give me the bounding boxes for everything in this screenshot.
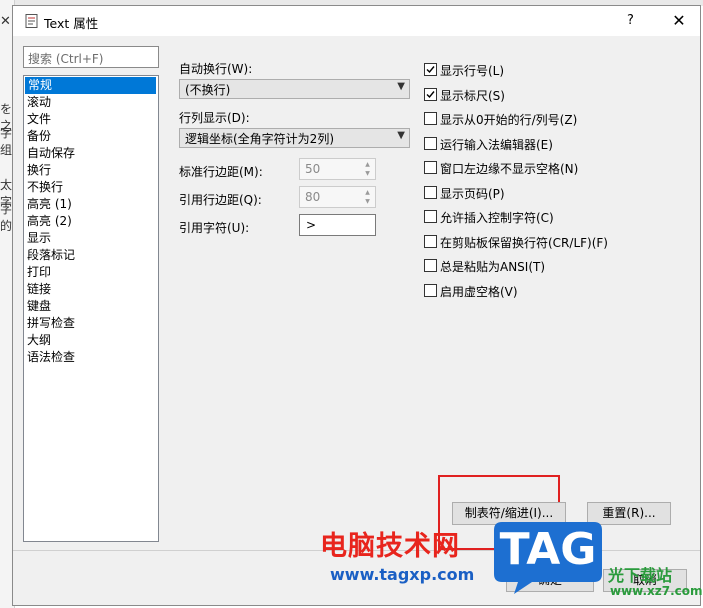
category-item[interactable]: 语法检查 bbox=[24, 349, 158, 366]
properties-dialog: Text 属性 ? ✕ 搜索 (Ctrl+F) 常规 滚动 文件 备份 自动保存 换行 不换… bbox=[12, 5, 701, 606]
checkbox-unchecked-icon[interactable] bbox=[424, 161, 437, 174]
category-item[interactable]: 常规 bbox=[25, 77, 156, 94]
category-item[interactable]: 文件 bbox=[24, 111, 158, 128]
option-label: 总是粘贴为ANSI(T) bbox=[440, 260, 546, 274]
option-label: 显示页码(P) bbox=[440, 186, 505, 201]
spin-down-icon[interactable]: ▼ bbox=[361, 169, 374, 178]
search-input[interactable]: 搜索 (Ctrl+F) bbox=[23, 46, 159, 68]
ok-button[interactable]: 确定 bbox=[506, 569, 594, 592]
divider bbox=[13, 550, 700, 551]
wrap-select[interactable]: (不换行) ▼ bbox=[179, 79, 410, 99]
spin-up-icon[interactable]: ▲ bbox=[361, 160, 374, 169]
spin-up-icon[interactable]: ▲ bbox=[361, 188, 374, 197]
spin-down-icon[interactable]: ▼ bbox=[361, 197, 374, 206]
dialog-title: Text 属性 bbox=[44, 16, 99, 31]
category-item[interactable]: 显示 bbox=[24, 230, 158, 247]
option-label: 在剪贴板保留换行符(CR/LF)(F) bbox=[440, 235, 608, 250]
tabs-indent-button[interactable]: 制表符/缩进(I)... bbox=[452, 502, 566, 525]
category-item[interactable]: 滚动 bbox=[24, 94, 158, 111]
chevron-down-icon: ▼ bbox=[397, 81, 405, 92]
option-label: 启用虚空格(V) bbox=[440, 284, 518, 299]
title-bar: Text 属性 ? ✕ bbox=[13, 6, 700, 36]
category-item[interactable]: 链接 bbox=[24, 281, 158, 298]
checkbox-checked-icon[interactable] bbox=[424, 63, 437, 76]
checkbox-checked-icon[interactable] bbox=[424, 87, 437, 101]
cancel-button[interactable]: 取消 bbox=[603, 569, 687, 592]
quote-margin-value: 80 bbox=[305, 190, 321, 204]
close-button[interactable]: ✕ bbox=[664, 8, 694, 34]
checkbox-unchecked-icon[interactable] bbox=[424, 136, 437, 150]
option-label: 显示标尺(S) bbox=[440, 88, 505, 103]
standard-margin-value: 50 bbox=[305, 162, 321, 176]
wrap-select-value: (不换行) bbox=[185, 83, 231, 97]
column-display-label: 行列显示(D): bbox=[179, 111, 250, 125]
checkbox-unchecked-icon[interactable] bbox=[424, 185, 437, 199]
option-label: 允许插入控制字符(C) bbox=[440, 211, 554, 225]
option-label: 显示行号(L) bbox=[440, 64, 505, 78]
category-list[interactable]: 常规 滚动 文件 备份 自动保存 换行 不换行 高亮 (1) 高亮 (2) 显示 段落标记 打印 链接键… bbox=[23, 75, 159, 542]
background-close-icon: ✕ bbox=[0, 14, 11, 29]
category-item[interactable]: 自动保存 bbox=[24, 145, 158, 162]
checkbox-unchecked-icon[interactable] bbox=[424, 234, 437, 248]
category-item[interactable]: 键盘 bbox=[24, 298, 158, 315]
standard-margin-label: 标准行边距(M): bbox=[179, 165, 263, 179]
standard-margin-stepper[interactable]: 50 ▲ ▼ bbox=[299, 158, 376, 180]
category-item[interactable]: 备份 bbox=[24, 128, 158, 145]
quote-margin-stepper[interactable]: 80 ▲ ▼ bbox=[299, 186, 376, 208]
checkbox-unchecked-icon[interactable] bbox=[424, 259, 437, 272]
checkbox-unchecked-icon[interactable] bbox=[424, 112, 437, 125]
option-label: 运行输入法编辑器(E) bbox=[440, 137, 553, 152]
quote-margin-label: 引用行边距(Q): bbox=[179, 193, 262, 207]
category-item[interactable]: 拼写检查 bbox=[24, 315, 158, 332]
column-display-select[interactable]: 逻辑坐标(全角字符计为2列) ▼ bbox=[179, 128, 410, 148]
option-label: 窗口左边缘不显示空格(N) bbox=[440, 162, 579, 176]
category-item[interactable]: 高亮 (2) bbox=[24, 213, 158, 230]
chevron-down-icon: ▼ bbox=[397, 130, 405, 141]
column-display-value: 逻辑坐标(全角字符计为2列) bbox=[185, 132, 334, 146]
category-item[interactable]: 不换行 bbox=[24, 179, 158, 196]
document-icon bbox=[25, 14, 38, 28]
checkbox-unchecked-icon[interactable] bbox=[424, 210, 437, 223]
option-label: 显示从0开始的行/列号(Z) bbox=[440, 113, 578, 127]
category-item[interactable]: 高亮 (1) bbox=[24, 196, 158, 213]
quote-char-label: 引用字符(U): bbox=[179, 221, 250, 235]
wrap-label: 自动换行(W): bbox=[179, 62, 253, 76]
reset-button[interactable]: 重置(R)... bbox=[587, 502, 671, 525]
category-item[interactable]: 打印 bbox=[24, 264, 158, 281]
category-item[interactable]: 大纲 bbox=[24, 332, 158, 349]
help-button[interactable]: ? bbox=[627, 13, 634, 28]
checkbox-unchecked-icon[interactable] bbox=[424, 283, 437, 297]
category-item[interactable]: 段落标记 bbox=[24, 247, 158, 264]
category-item[interactable]: 换行 bbox=[24, 162, 158, 179]
quote-char-input[interactable]: > bbox=[299, 214, 376, 236]
